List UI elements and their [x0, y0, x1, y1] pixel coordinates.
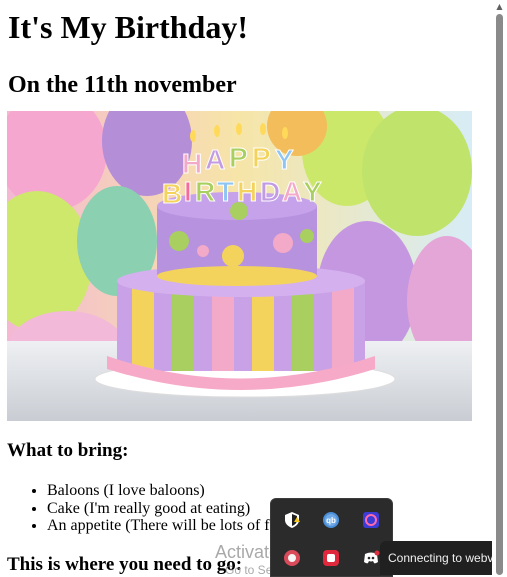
vertical-scrollbar[interactable]: ▲ [492, 0, 507, 575]
antivirus-icon[interactable] [283, 549, 301, 567]
svg-text:D: D [260, 176, 280, 207]
app-red-icon[interactable] [322, 549, 340, 567]
svg-text:qb: qb [326, 516, 336, 525]
svg-text:T: T [217, 176, 234, 207]
scroll-up-arrow-icon[interactable]: ▲ [494, 2, 505, 12]
svg-text:H: H [237, 176, 257, 207]
svg-text:P: P [229, 142, 248, 173]
svg-text:H: H [182, 148, 202, 179]
birthday-cake-image: H A P P Y B I R T H D A Y [7, 111, 472, 421]
what-to-bring-heading: What to bring: [7, 440, 129, 461]
list-item: An appetite (There will be lots of food) [47, 517, 299, 535]
qbittorrent-icon[interactable]: qb [322, 511, 340, 529]
svg-text:Y: Y [275, 144, 294, 175]
discord-icon[interactable] [362, 549, 380, 567]
svg-text:P: P [252, 142, 271, 173]
svg-text:A: A [282, 176, 302, 207]
page-content: It's My Birthday! On the 11th november [8, 0, 488, 99]
svg-text:Y: Y [303, 176, 322, 207]
shield-warning-icon[interactable] [283, 511, 301, 529]
system-tray-overflow: qb [270, 498, 393, 577]
page-title: It's My Birthday! [8, 9, 248, 45]
list-item: Cake (I'm really good at eating) [47, 500, 299, 518]
list-item: Baloons (I love baloons) [47, 482, 299, 500]
svg-text:I: I [184, 176, 192, 207]
svg-text:R: R [195, 176, 215, 207]
toast-text: Connecting to webview... [388, 551, 493, 565]
app-icon[interactable] [362, 511, 380, 529]
bring-list: Baloons (I love baloons) Cake (I'm reall… [7, 482, 299, 535]
svg-text:B: B [162, 178, 182, 209]
event-date: On the 11th november [8, 72, 237, 98]
where-to-go-heading: This is where you need to go: [7, 554, 243, 575]
scroll-thumb[interactable] [496, 14, 503, 575]
connecting-toast[interactable]: Connecting to webview... [380, 541, 493, 575]
svg-text:A: A [205, 144, 225, 175]
